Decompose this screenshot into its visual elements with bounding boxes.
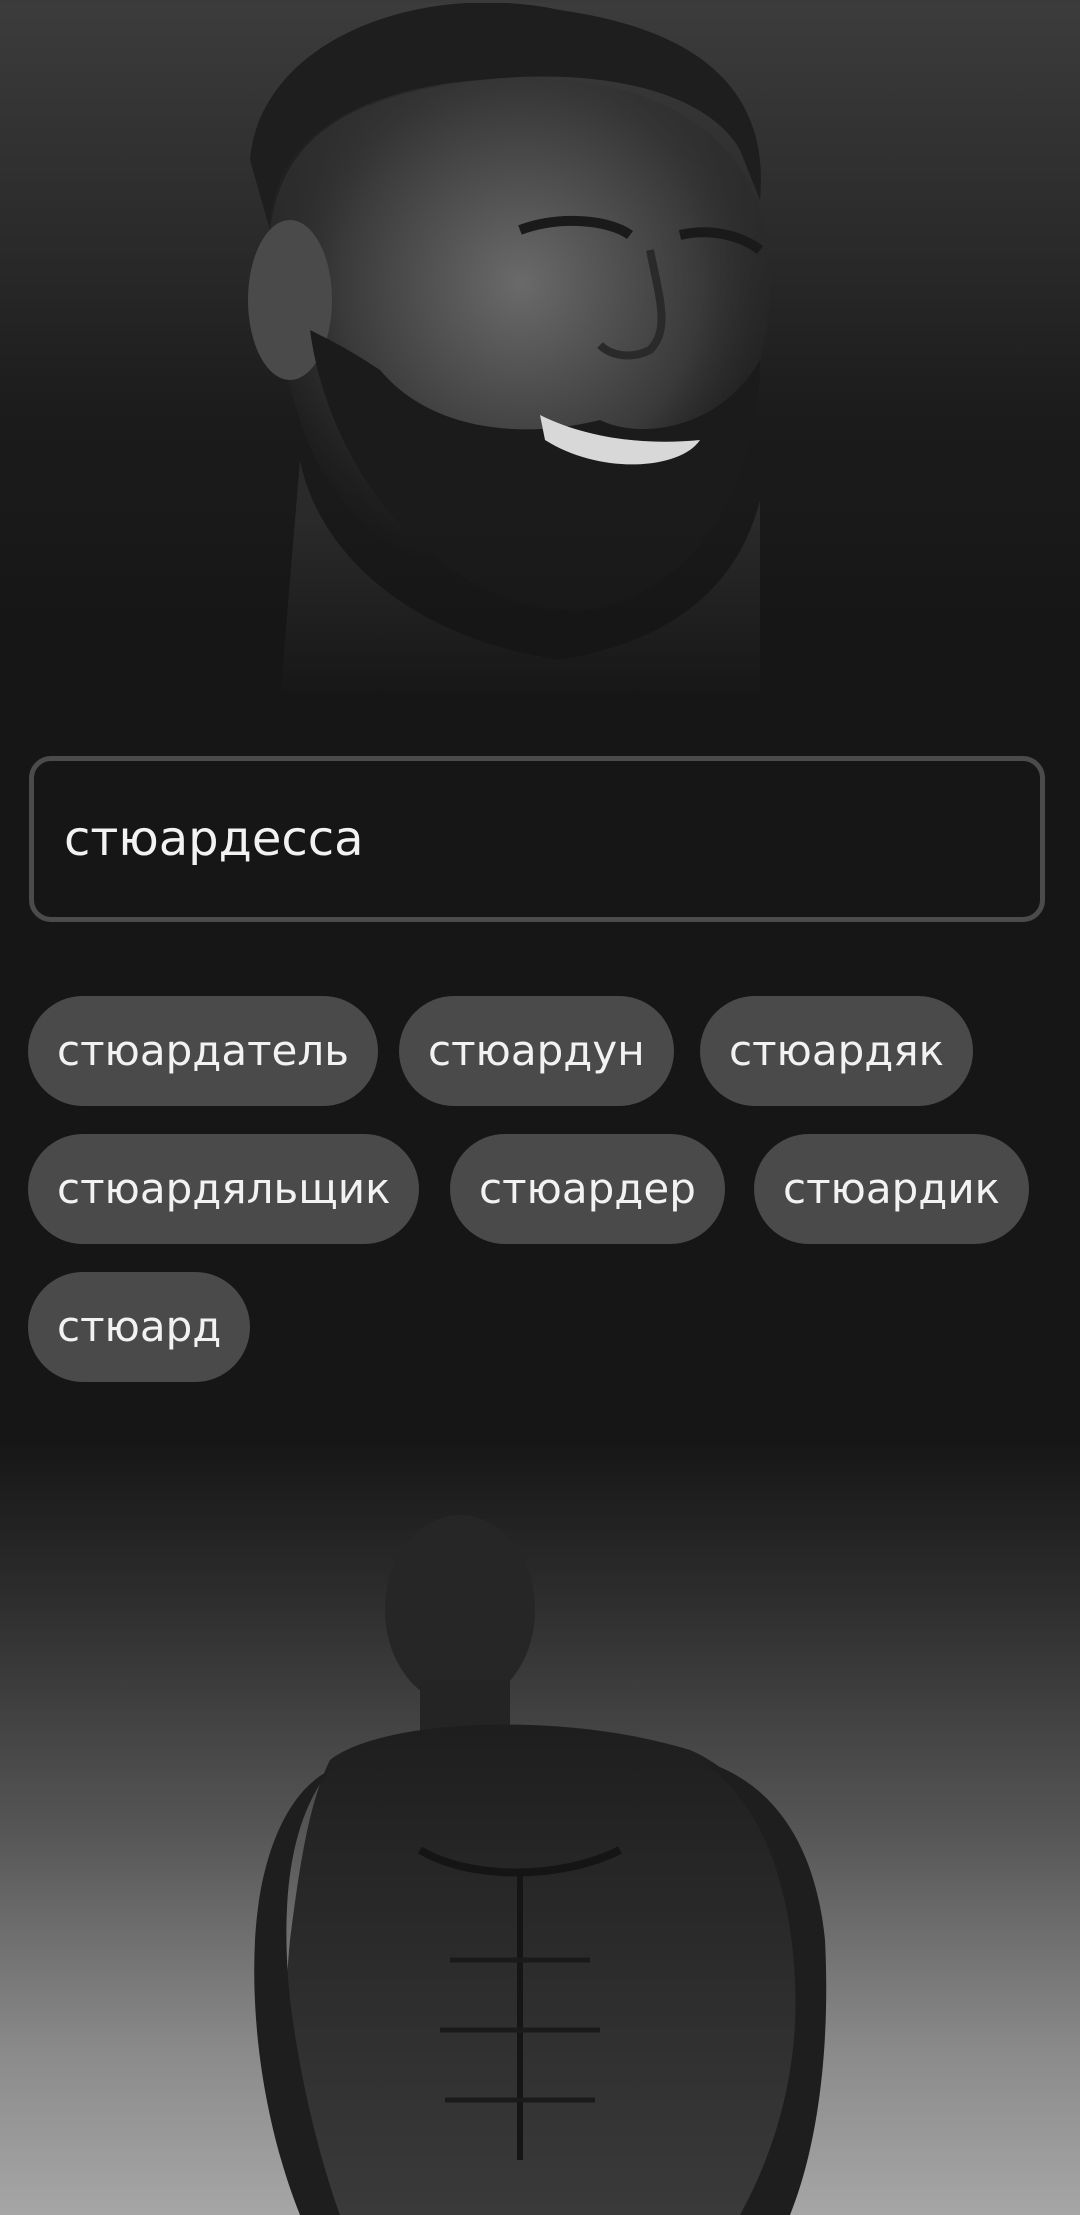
chip-row-2: стюардяльщик стюардер стюардик <box>28 1134 1068 1244</box>
search-input[interactable] <box>64 811 1004 867</box>
suggestion-chip[interactable]: стюард <box>28 1272 251 1382</box>
suggestion-chip[interactable]: стюардер <box>450 1134 725 1244</box>
body-illustration <box>254 1515 827 2215</box>
suggestion-chip[interactable]: стюардяк <box>700 996 973 1106</box>
suggestion-chip[interactable]: стюардяльщик <box>28 1134 420 1244</box>
portrait-illustration <box>0 2 1080 700</box>
status-divider <box>0 0 1080 3</box>
suggestion-chips: стюардатель стюардун стюардяк стюардяльщ… <box>28 996 1068 1410</box>
suggestion-chip[interactable]: стюардун <box>399 996 674 1106</box>
chip-row-1: стюардатель стюардун стюардяк <box>28 996 1068 1106</box>
hero-body-image <box>0 1440 1080 2215</box>
hero-portrait-image <box>0 0 1080 700</box>
app-screen: стюардатель стюардун стюардяк стюардяльщ… <box>0 0 1080 2215</box>
chip-row-3: стюард <box>28 1272 1068 1382</box>
suggestion-chip[interactable]: стюардик <box>754 1134 1030 1244</box>
search-field[interactable] <box>29 756 1045 922</box>
suggestion-chip[interactable]: стюардатель <box>28 996 378 1106</box>
